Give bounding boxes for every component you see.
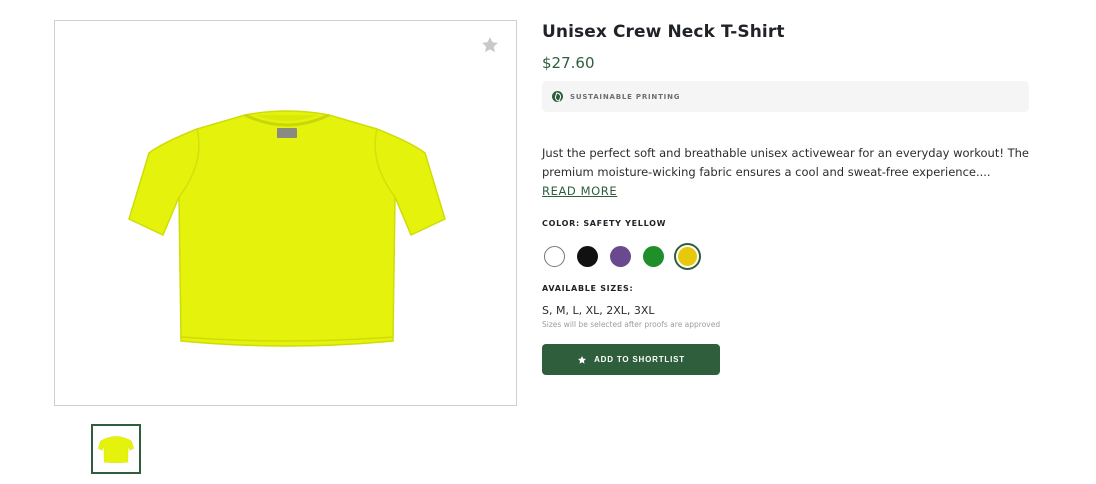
read-more-link[interactable]: READ MORE (542, 183, 617, 199)
sustainable-badge: SUSTAINABLE PRINTING (542, 81, 1029, 112)
product-info: Unisex Crew Neck T-Shirt $27.60 SUSTAINA… (542, 20, 1029, 375)
swatch-green[interactable] (643, 245, 664, 267)
thumbnail-shirt-icon (98, 436, 134, 464)
swatch-black[interactable] (577, 245, 598, 267)
favorite-star-icon[interactable] (480, 35, 500, 55)
product-price: $27.60 (542, 54, 595, 72)
product-description: Just the perfect soft and breathable uni… (542, 144, 1029, 201)
badge-label: SUSTAINABLE PRINTING (570, 92, 681, 101)
color-label: COLOR: SAFETY YELLOW (542, 219, 667, 228)
swatch-safety-yellow[interactable] (674, 242, 701, 270)
thumbnail-image[interactable] (91, 424, 141, 474)
main-product-image (128, 110, 446, 347)
leaf-icon (552, 91, 563, 102)
product-title: Unisex Crew Neck T-Shirt (542, 22, 785, 42)
swatch-white[interactable] (544, 245, 565, 267)
add-to-shortlist-button[interactable]: ADD TO SHORTLIST (542, 344, 720, 375)
sizes-label: AVAILABLE SIZES: (542, 284, 634, 293)
product-image-gallery (54, 20, 517, 406)
star-icon (578, 355, 587, 364)
description-text: Just the perfect soft and breathable uni… (542, 146, 1030, 179)
sizes-note: Sizes will be selected after proofs are … (542, 320, 721, 329)
color-swatches (542, 242, 1029, 270)
swatch-purple[interactable] (610, 245, 631, 267)
add-to-shortlist-label: ADD TO SHORTLIST (594, 355, 685, 364)
sizes-list: S, M, L, XL, 2XL, 3XL (542, 304, 655, 317)
